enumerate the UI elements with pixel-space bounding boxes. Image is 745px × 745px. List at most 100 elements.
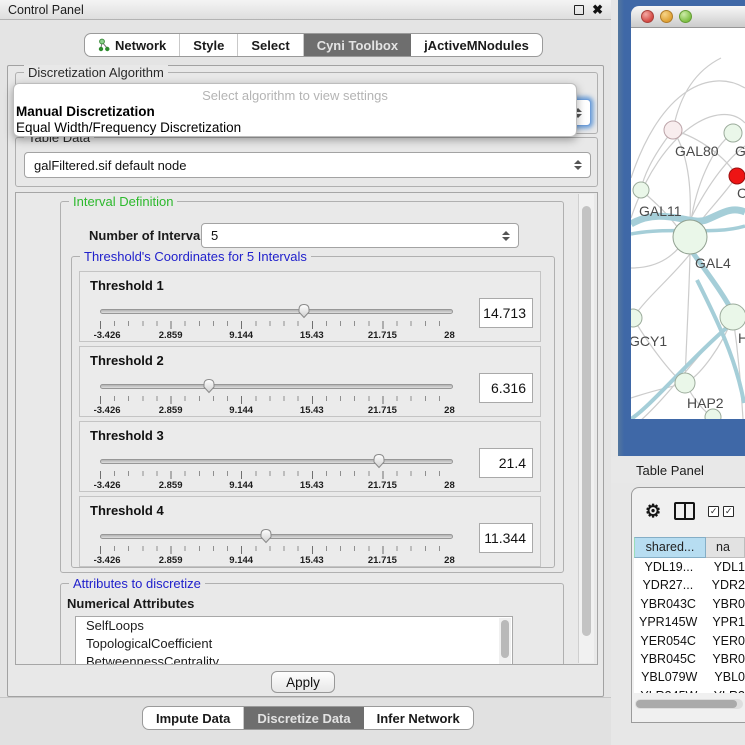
table-row[interactable]: YBL079WYBL0	[634, 668, 745, 686]
table-data-selected: galFiltered.sif default node	[34, 158, 186, 173]
node-h[interactable]	[720, 304, 745, 330]
cyni-main-panel: Discretization Algorithm Table Data galF…	[7, 65, 604, 697]
label-ga-clipped: GA	[735, 143, 745, 159]
threshold-coordinates-group: Threshold's Coordinates for 5 Intervals …	[71, 256, 555, 568]
threshold-4-label: Threshold 4	[90, 503, 164, 518]
network-view-window: GAL80 GA C GAL11 GAL4 GCY1 H HAP2	[618, 0, 745, 456]
slider-track[interactable]	[100, 384, 453, 389]
network-icon	[98, 38, 110, 52]
tab-infer-network[interactable]: Infer Network	[364, 707, 473, 729]
tab-network[interactable]: Network	[85, 34, 180, 56]
columns-icon[interactable]	[674, 502, 695, 520]
node-labels: GAL80 GA C GAL11 GAL4 GCY1 H HAP2	[631, 143, 745, 411]
node-table: shared... na YDL19...YDL1 YDR27...YDR2 Y…	[634, 537, 745, 693]
table-row[interactable]: YPR145WYPR1	[634, 613, 745, 631]
bottom-tabstrip: Impute Data Discretize Data Infer Networ…	[142, 706, 474, 730]
network-window-titlebar[interactable]	[631, 6, 745, 28]
checkbox-icon[interactable]: ✓	[708, 506, 719, 517]
threshold-3-block: Threshold 3 -3.426 2.859 9.144	[79, 421, 541, 492]
close-icon[interactable]: ✖	[592, 5, 603, 15]
checkbox-icon[interactable]: ✓	[723, 506, 734, 517]
table-row[interactable]: YBR043CYBR0	[634, 595, 745, 613]
slider-thumb[interactable]	[201, 377, 217, 394]
settings-vertical-scrollbar[interactable]	[578, 194, 594, 663]
network-canvas[interactable]: GAL80 GA C GAL11 GAL4 GCY1 H HAP2	[631, 28, 745, 419]
table-data-group: Table Data galFiltered.sif default node	[15, 137, 598, 187]
tab-style[interactable]: Style	[180, 34, 238, 56]
mac-zoom-button[interactable]	[679, 10, 692, 23]
combo-arrows-icon	[574, 160, 582, 170]
numerical-attributes-label: Numerical Attributes	[67, 596, 194, 611]
node-green-top-right[interactable]	[724, 124, 742, 142]
popup-option-equal-width[interactable]: Equal Width/Frequency Discretization	[16, 120, 241, 135]
label-hap2: HAP2	[687, 395, 724, 411]
threshold-4-block: Threshold 4 -3.426 2.859 9.144	[79, 496, 541, 567]
tab-discretize-data[interactable]: Discretize Data	[244, 707, 363, 729]
mac-close-button[interactable]	[641, 10, 654, 23]
threshold-1-slider[interactable]: -3.426 2.859 9.144 15.43 21.715 28	[100, 302, 453, 340]
threshold-2-value-field[interactable]: 6.316	[479, 373, 533, 403]
threshold-4-slider[interactable]: -3.426 2.859 9.144 15.43 21.715 28	[100, 527, 453, 565]
slider-track[interactable]	[100, 534, 453, 539]
tab-discretize-label: Discretize Data	[257, 711, 350, 726]
attributes-group: Attributes to discretize Numerical Attri…	[60, 583, 564, 665]
node-hap2[interactable]	[675, 373, 695, 393]
number-of-intervals-combobox[interactable]: 5	[201, 223, 519, 248]
table-data-combobox[interactable]: galFiltered.sif default node	[24, 152, 591, 178]
table-header: shared... na	[634, 537, 745, 558]
slider-track[interactable]	[100, 459, 453, 464]
scrollbar-thumb[interactable]	[582, 206, 591, 636]
slider-thumb[interactable]	[296, 302, 312, 319]
slider-thumb[interactable]	[371, 452, 387, 469]
table-row[interactable]: YDL19...YDL1	[634, 558, 745, 576]
node-gal4[interactable]	[673, 220, 707, 254]
tab-impute-data[interactable]: Impute Data	[143, 707, 244, 729]
node-red-selected[interactable]	[729, 168, 745, 184]
column-header-shared[interactable]: shared...	[634, 537, 706, 558]
scrollbar-thumb[interactable]	[636, 700, 737, 708]
table-panel-titlebar: Table Panel	[611, 457, 745, 483]
tab-network-label: Network	[115, 38, 166, 53]
mac-minimize-button[interactable]	[660, 10, 673, 23]
tab-jactive-label: jActiveMNodules	[424, 38, 529, 53]
threshold-3-slider[interactable]: -3.426 2.859 9.144 15.43 21.715 28	[100, 452, 453, 490]
list-item[interactable]: SelfLoops	[76, 617, 512, 635]
panel-title: Control Panel	[8, 3, 84, 17]
node-gcy1[interactable]	[631, 309, 642, 327]
threshold-1-value-field[interactable]: 14.713	[479, 298, 533, 328]
slider-thumb[interactable]	[258, 527, 274, 544]
threshold-2-label: Threshold 2	[90, 353, 164, 368]
list-scrollbar[interactable]	[499, 618, 511, 665]
interval-definition-group: Interval Definition Number of Intervals …	[60, 201, 564, 573]
list-item[interactable]: BetweennessCentrality	[76, 653, 512, 665]
node-gal11[interactable]	[633, 182, 649, 198]
tab-select[interactable]: Select	[238, 34, 303, 56]
apply-button[interactable]: Apply	[271, 671, 335, 693]
discretization-algorithm-label: Discretization Algorithm	[24, 65, 168, 80]
gear-icon[interactable]: ⚙	[645, 502, 661, 520]
numerical-attributes-list: SelfLoops TopologicalCoefficient Between…	[75, 616, 513, 665]
threshold-3-value-field[interactable]: 21.4	[479, 448, 533, 478]
slider-track[interactable]	[100, 309, 453, 314]
threshold-3-label: Threshold 3	[90, 428, 164, 443]
table-row[interactable]: YDR27...YDR2	[634, 576, 745, 594]
threshold-4-value-field[interactable]: 11.344	[479, 523, 533, 553]
threshold-2-slider[interactable]: -3.426 2.859 9.144 15.43 21.715 28	[100, 377, 453, 415]
popup-option-manual[interactable]: Manual Discretization	[16, 104, 155, 119]
table-row[interactable]: YBR045CYBR0	[634, 650, 745, 668]
tab-cyni-toolbox[interactable]: Cyni Toolbox	[304, 34, 411, 56]
table-row[interactable]: YER054CYER0	[634, 632, 745, 650]
table-horizontal-scrollbar[interactable]	[635, 699, 743, 709]
list-item[interactable]: TopologicalCoefficient	[76, 635, 512, 653]
column-header-name[interactable]: na	[706, 537, 745, 558]
table-toolbar: ⚙ ✓ ✓	[632, 488, 745, 534]
tab-cyni-label: Cyni Toolbox	[317, 38, 398, 53]
tab-select-label: Select	[251, 38, 289, 53]
label-gcy1: GCY1	[631, 333, 667, 349]
combo-arrows-icon	[502, 231, 510, 241]
tab-jactivemnodules[interactable]: jActiveMNodules	[411, 34, 542, 56]
table-row[interactable]: YLR345WYLR3	[634, 687, 745, 693]
popup-hint: Select algorithm to view settings	[14, 88, 576, 103]
node-pink[interactable]	[664, 121, 682, 139]
float-window-icon[interactable]	[574, 5, 584, 15]
